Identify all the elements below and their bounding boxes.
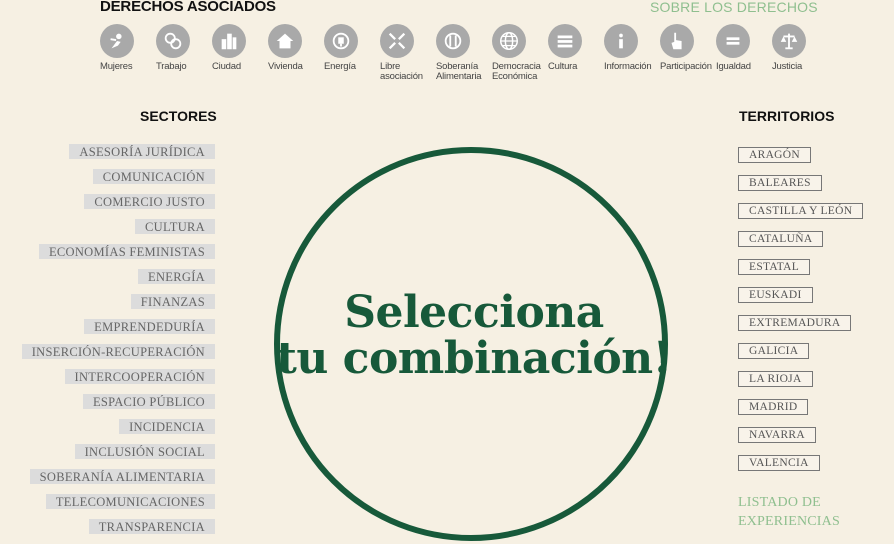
sector-item[interactable]: INCIDENCIA: [119, 419, 215, 434]
territory-item[interactable]: ESTATAL: [738, 259, 811, 275]
plug-icon: [324, 24, 358, 58]
scales-icon: [772, 24, 806, 58]
territory-item[interactable]: GALICIA: [738, 343, 810, 359]
right-item-trabajo[interactable]: Trabajo: [156, 24, 212, 72]
sector-item[interactable]: INTERCOOPERACIÓN: [64, 369, 215, 384]
sector-item[interactable]: ENERGÍA: [138, 269, 215, 284]
sector-item[interactable]: INSERCIÓN-RECUPERACIÓN: [21, 344, 215, 359]
sectors-list: ASESORÍA JURÍDICA COMUNICACIÓN COMERCIO …: [0, 144, 215, 544]
rights-icon-row: Mujeres Trabajo Ciudad Vivienda Energía …: [98, 24, 818, 90]
books-icon: [548, 24, 582, 58]
right-item-participacion[interactable]: Participación: [660, 24, 716, 72]
right-label: Democracia Económica: [492, 61, 541, 82]
territory-item[interactable]: ARAGÓN: [738, 147, 811, 163]
selection-prompt: Selecciona tu combinación!: [274, 290, 674, 382]
rights-title: DERECHOS ASOCIADOS: [100, 0, 276, 15]
sector-item[interactable]: ECONOMÍAS FEMINISTAS: [38, 244, 215, 259]
info-icon: [604, 24, 638, 58]
about-rights-link[interactable]: SOBRE LOS DERECHOS: [650, 0, 818, 15]
territory-item[interactable]: MADRID: [738, 399, 809, 415]
right-item-energia[interactable]: Energía: [324, 24, 380, 72]
work-icon: [156, 24, 190, 58]
territory-item[interactable]: EUSKADI: [738, 287, 813, 303]
equal-icon: [716, 24, 750, 58]
right-label: Ciudad: [212, 61, 241, 72]
association-icon: [380, 24, 414, 58]
right-item-libre-asociacion[interactable]: Libre asociación: [380, 24, 436, 82]
right-label: Participación: [660, 61, 712, 72]
sector-item[interactable]: TELECOMUNICACIONES: [45, 494, 215, 509]
territory-item[interactable]: NAVARRA: [738, 427, 817, 443]
right-label: Cultura: [548, 61, 578, 72]
right-label: Información: [604, 61, 652, 72]
right-item-informacion[interactable]: Información: [604, 24, 660, 72]
right-item-igualdad[interactable]: Igualdad: [716, 24, 772, 72]
globe-icon: [492, 24, 526, 58]
right-item-vivienda[interactable]: Vivienda: [268, 24, 324, 72]
right-label: Energía: [324, 61, 356, 72]
sector-item[interactable]: COMERCIO JUSTO: [84, 194, 215, 209]
women-icon: [100, 24, 134, 58]
right-item-democracia-economica[interactable]: Democracia Económica: [492, 24, 548, 82]
territories-title: TERRITORIOS: [739, 108, 835, 124]
right-label: Igualdad: [716, 61, 751, 72]
sector-item[interactable]: EMPRENDEDURÍA: [84, 319, 215, 334]
right-label: Justicia: [772, 61, 803, 72]
right-item-ciudad[interactable]: Ciudad: [212, 24, 268, 72]
sector-item[interactable]: INCLUSIÓN SOCIAL: [74, 444, 215, 459]
right-label: Trabajo: [156, 61, 187, 72]
prompt-line-2: tu combinación!: [276, 333, 672, 384]
right-item-mujeres[interactable]: Mujeres: [100, 24, 156, 72]
sector-item[interactable]: ESPACIO PÚBLICO: [82, 394, 215, 409]
right-item-soberania-alimentaria[interactable]: Soberanía Alimentaria: [436, 24, 492, 82]
sectors-title: SECTORES: [140, 108, 217, 124]
right-label: Mujeres: [100, 61, 133, 72]
right-label: Libre asociación: [380, 61, 423, 82]
territory-item[interactable]: CASTILLA Y LEÓN: [738, 203, 864, 219]
right-label: Vivienda: [268, 61, 303, 72]
sector-item[interactable]: COMUNICACIÓN: [92, 169, 215, 184]
territory-item[interactable]: BALEARES: [738, 175, 822, 191]
sector-item[interactable]: SOBERANÍA ALIMENTARIA: [29, 469, 215, 484]
experiences-listing-link[interactable]: LISTADO DE EXPERIENCIAS: [738, 493, 878, 531]
territory-item[interactable]: CATALUÑA: [738, 231, 824, 247]
prompt-line-1: Selecciona: [344, 287, 604, 338]
right-item-cultura[interactable]: Cultura: [548, 24, 604, 72]
sector-item[interactable]: TRANSPARENCIA: [88, 519, 215, 534]
sector-item[interactable]: FINANZAS: [130, 294, 215, 309]
sector-item[interactable]: CULTURA: [135, 219, 215, 234]
right-item-justicia[interactable]: Justicia: [772, 24, 828, 72]
territories-list: ARAGÓN BALEARES CASTILLA Y LEÓN CATALUÑA…: [738, 145, 888, 481]
sector-item[interactable]: ASESORÍA JURÍDICA: [69, 144, 215, 159]
territory-item[interactable]: LA RIOJA: [738, 371, 813, 387]
food-icon: [436, 24, 470, 58]
house-icon: [268, 24, 302, 58]
city-icon: [212, 24, 246, 58]
territory-item[interactable]: EXTREMADURA: [738, 315, 852, 331]
hand-icon: [660, 24, 694, 58]
territory-item[interactable]: VALENCIA: [738, 455, 820, 471]
right-label: Soberanía Alimentaria: [436, 61, 482, 82]
